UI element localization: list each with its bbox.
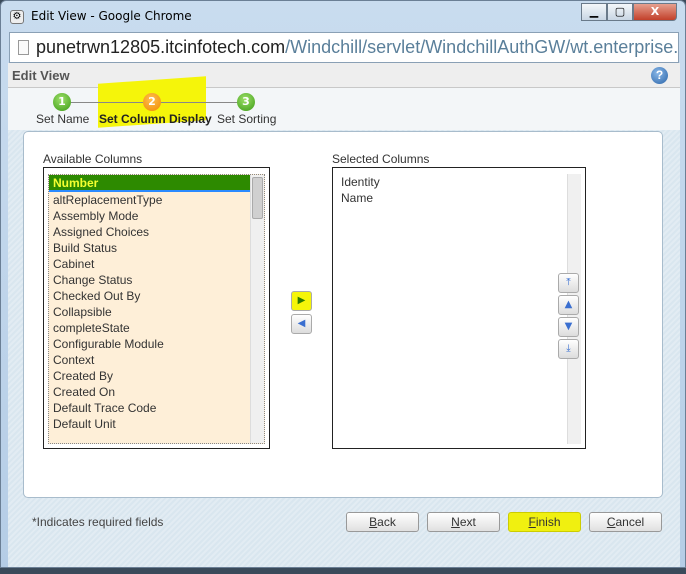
scrollbar-thumb[interactable] (252, 177, 263, 219)
list-item[interactable]: Number (49, 175, 264, 192)
move-down-icon: ▼ (564, 321, 573, 332)
selected-columns-label: Selected Columns (332, 152, 430, 166)
list-item[interactable]: Created By (49, 368, 264, 384)
list-item[interactable]: Build Status (49, 240, 264, 256)
move-up-icon: ▲ (564, 299, 573, 310)
arrow-right-icon: ▶ (297, 295, 306, 306)
move-up-button[interactable]: ▲ (558, 295, 579, 315)
step-3-icon[interactable]: 3 (237, 93, 255, 111)
step-set-column-display[interactable]: Set Column Display (99, 112, 212, 126)
minimize-button[interactable]: ▁ (581, 3, 607, 21)
available-columns-list[interactable]: Number altReplacementType Assembly Mode Ass… (43, 167, 270, 449)
wizard-steps: 1 2 3 Set Name Set Column Display Set So… (8, 76, 680, 130)
list-item[interactable]: completeState (49, 320, 264, 336)
column-panel: Available Columns Number altReplacementTy… (23, 131, 663, 498)
url-host: punetrwn12805.itcinfotech.com (36, 37, 286, 57)
move-down-button[interactable]: ▼ (558, 317, 579, 337)
back-button[interactable]: Back (346, 512, 419, 532)
list-item[interactable]: Default Unit (49, 416, 264, 432)
list-item[interactable]: altReplacementType (49, 192, 264, 208)
address-bar[interactable]: punetrwn12805.itcinfotech.com/Windchill/… (9, 32, 679, 63)
step-2-icon[interactable]: 2 (143, 93, 161, 111)
add-column-button[interactable]: ▶ (291, 291, 312, 311)
list-item[interactable]: Identity (337, 174, 581, 190)
list-item[interactable]: Cabinet (49, 256, 264, 272)
move-bottom-icon: ⤓ (566, 343, 571, 354)
selected-columns-list[interactable]: Identity Name (332, 167, 586, 449)
browser-window: ⚙ Edit View - Google Chrome ▁ ▢ X punetr… (0, 0, 686, 568)
move-bottom-button[interactable]: ⤓ (558, 339, 579, 359)
app-icon: ⚙ (10, 10, 24, 24)
list-item[interactable]: Change Status (49, 272, 264, 288)
list-item[interactable]: Name (337, 190, 581, 206)
remove-column-button[interactable]: ◀ (291, 314, 312, 334)
list-item[interactable]: Assembly Mode (49, 208, 264, 224)
required-fields-note: *Indicates required fields (32, 515, 164, 529)
next-button[interactable]: Next (427, 512, 500, 532)
url-path: /Windchill/servlet/WindchillAuthGW/wt.en… (285, 37, 679, 57)
finish-button[interactable]: Finish (508, 512, 581, 532)
list-item[interactable]: Checked Out By (49, 288, 264, 304)
list-item[interactable]: Default Trace Code (49, 400, 264, 416)
move-top-button[interactable]: ⤒ (558, 273, 579, 293)
step-set-sorting[interactable]: Set Sorting (217, 112, 276, 126)
list-item[interactable]: Created On (49, 384, 264, 400)
arrow-left-icon: ◀ (297, 318, 306, 329)
list-item[interactable]: Collapsible (49, 304, 264, 320)
step-set-name[interactable]: Set Name (36, 112, 89, 126)
window-title: Edit View - Google Chrome (31, 9, 192, 23)
page-icon (18, 40, 29, 55)
step-1-icon[interactable]: 1 (53, 93, 71, 111)
maximize-button[interactable]: ▢ (607, 3, 633, 21)
list-item[interactable]: Context (49, 352, 264, 368)
list-item[interactable]: Assigned Choices (49, 224, 264, 240)
dialog-content: Edit View ? 1 2 3 Set Name Set Column Di… (8, 63, 680, 567)
scrollbar[interactable] (250, 175, 264, 443)
list-item[interactable]: Configurable Module (49, 336, 264, 352)
close-button[interactable]: X (633, 3, 677, 21)
available-columns-label: Available Columns (43, 152, 143, 166)
dialog-title: Edit View (12, 68, 70, 83)
cancel-button[interactable]: Cancel (589, 512, 662, 532)
move-top-icon: ⤒ (566, 277, 571, 288)
help-icon[interactable]: ? (651, 67, 668, 84)
